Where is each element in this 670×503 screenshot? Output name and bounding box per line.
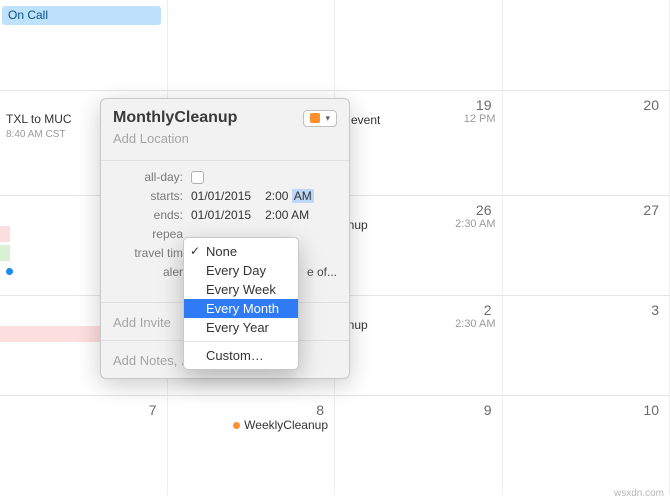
dropdown-item-every-month[interactable]: Every Month — [184, 299, 298, 318]
dot-icon — [233, 422, 240, 429]
dropdown-item-every-week[interactable]: Every Week — [184, 280, 298, 299]
starts-time-field[interactable]: 2:00 — [265, 189, 288, 203]
add-location[interactable]: Add Location — [113, 131, 337, 146]
calendar-cell[interactable]: 8 WeeklyCleanup — [168, 395, 336, 495]
dropdown-item-every-day[interactable]: Every Day — [184, 261, 298, 280]
allday-checkbox[interactable] — [191, 171, 204, 184]
calendar-cell[interactable]: 2 anup 2:30 AM — [335, 295, 503, 395]
ends-time-field[interactable]: 2:00 AM — [265, 208, 309, 222]
calendar-cell[interactable]: 20 — [503, 90, 670, 195]
event-title[interactable]: WeeklyCleanup — [244, 418, 328, 432]
dropdown-item-every-year[interactable]: Every Year — [184, 318, 298, 337]
event-stripe[interactable] — [0, 245, 10, 261]
calendar-cell[interactable]: 26 anup 2:30 AM — [335, 195, 503, 295]
dot-icon — [6, 268, 13, 275]
cell-date: 3 — [651, 302, 659, 318]
cell-date: 9 — [484, 402, 492, 418]
cell-date: 7 — [149, 402, 157, 418]
calendar-cell[interactable]: 9 — [335, 395, 503, 495]
cell-date: 2 — [484, 302, 492, 318]
ends-label: ends: — [113, 208, 191, 222]
cell-date: 8 — [316, 402, 324, 418]
alert-value[interactable]: e of... — [307, 265, 337, 279]
calendar-color-icon — [310, 113, 320, 123]
calendar-cell[interactable] — [503, 0, 670, 90]
calendar-cell[interactable]: On Call — [0, 0, 168, 90]
cell-date: 27 — [643, 202, 659, 218]
event-block[interactable]: On Call — [2, 6, 161, 25]
calendar-cell[interactable]: 7 — [0, 395, 168, 495]
repeat-label: repea — [113, 227, 191, 241]
cell-date: 20 — [643, 97, 659, 113]
event-time: 2:30 AM — [455, 218, 495, 232]
calendar-cell[interactable] — [335, 0, 503, 90]
cell-date: 10 — [643, 402, 659, 418]
alert-label: aler — [113, 265, 191, 279]
calendar-cell[interactable]: 19 g event 12 PM — [335, 90, 503, 195]
ends-date-field[interactable]: 01/01/2015 — [191, 208, 251, 222]
calendar-picker[interactable]: ▾ — [303, 110, 337, 127]
travel-label: travel tim — [113, 246, 191, 260]
dropdown-item-none[interactable]: ✓ None — [184, 242, 298, 261]
check-icon: ✓ — [190, 244, 200, 258]
calendar-cell[interactable] — [168, 0, 336, 90]
starts-label: starts: — [113, 189, 191, 203]
popover-title[interactable]: MonthlyCleanup — [113, 109, 237, 127]
event-time: 12 PM — [464, 113, 496, 127]
cell-date: 26 — [476, 202, 492, 218]
chevron-down-icon: ▾ — [325, 113, 330, 124]
repeat-dropdown: ✓ None Every Day Every Week Every Month … — [183, 237, 299, 370]
watermark: wsxdn.com — [614, 488, 664, 499]
calendar-cell[interactable]: 10 — [503, 395, 670, 495]
starts-date-field[interactable]: 01/01/2015 — [191, 189, 251, 203]
event-stripe[interactable] — [0, 226, 10, 242]
event-time: 2:30 AM — [455, 318, 495, 332]
calendar-cell[interactable]: 3 — [503, 295, 670, 395]
dropdown-item-custom[interactable]: Custom… — [184, 346, 298, 365]
calendar-cell[interactable]: 27 — [503, 195, 670, 295]
cell-date: 19 — [476, 97, 492, 113]
starts-ampm-field[interactable]: AM — [292, 189, 314, 203]
allday-label: all-day: — [113, 170, 191, 184]
